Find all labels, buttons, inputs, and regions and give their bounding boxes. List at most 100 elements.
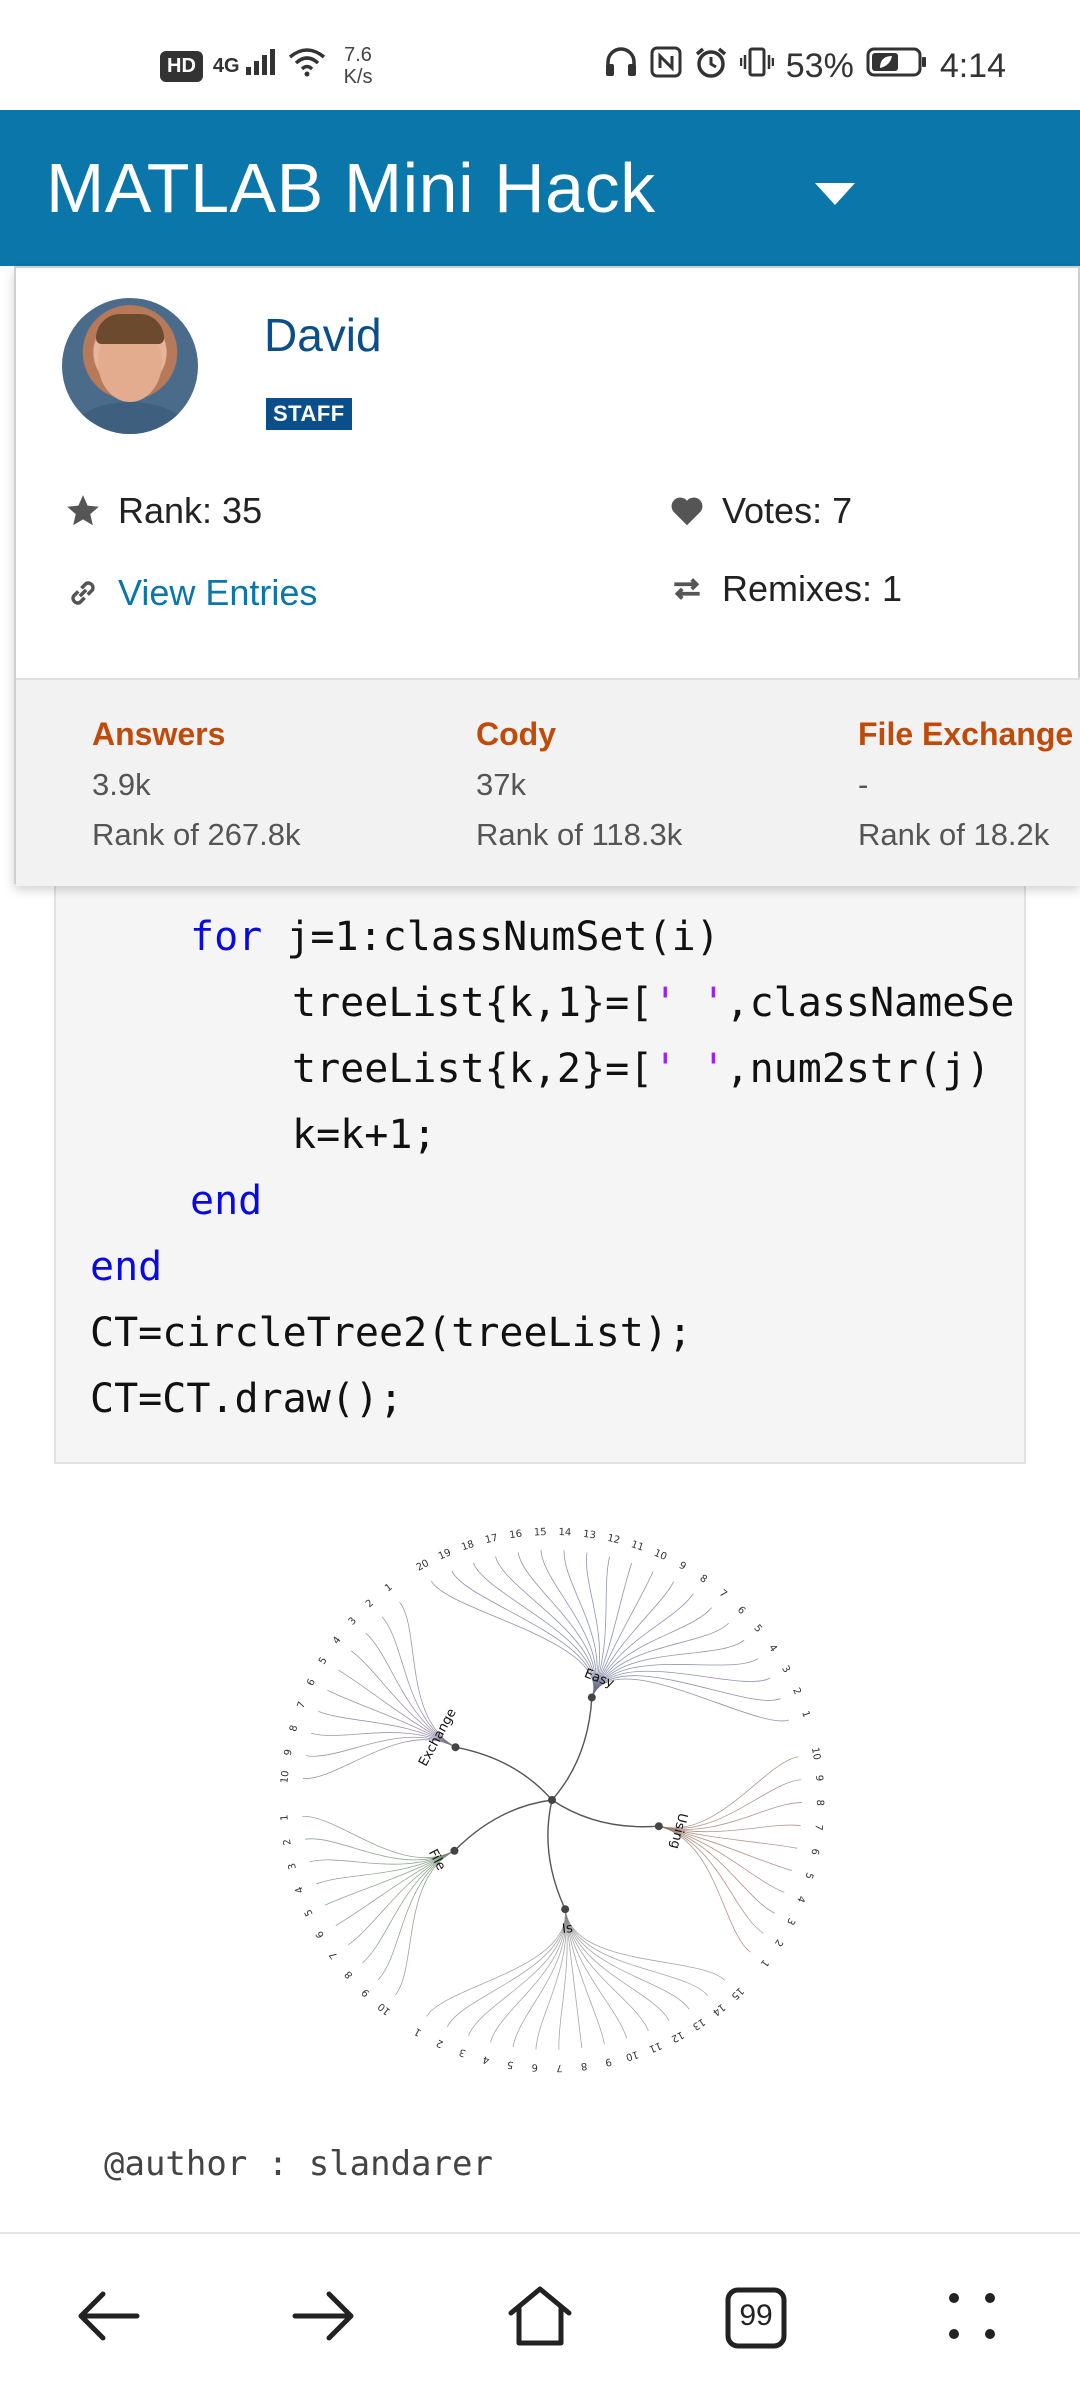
- tree-leaf-label: 9: [604, 2055, 613, 2067]
- tree-leaf-link: [564, 1909, 690, 2010]
- tree-leaf-label: 6: [314, 1929, 327, 1940]
- file-exchange-value: -: [858, 767, 869, 802]
- cody-rank: Rank of 118.3k: [476, 817, 683, 852]
- heart-icon: [668, 492, 706, 530]
- tree-branch: [551, 1697, 593, 1801]
- tree-leaf-label: 2: [282, 1838, 294, 1846]
- home-button[interactable]: [490, 2268, 590, 2368]
- tree-leaf-label: 11: [647, 2039, 663, 2054]
- tree-leaf-label: 3: [347, 1615, 359, 1627]
- rank-label: Rank: 35: [118, 490, 263, 531]
- file-exchange-stat[interactable]: File Exchange - Rank of 18.2k: [858, 716, 1073, 853]
- tree-leaf-label: 20: [415, 1558, 431, 1574]
- tree-leaf-label: 1: [383, 1582, 395, 1595]
- tree-group-node: [654, 1822, 663, 1831]
- tree-leaf-label: 6: [531, 2061, 538, 2072]
- view-entries-label[interactable]: View Entries: [118, 572, 317, 614]
- tree-leaf-label: 17: [484, 1533, 499, 1547]
- tree-leaf-label: 3: [287, 1862, 299, 1871]
- nfc-icon: [650, 46, 682, 87]
- view-entries-link[interactable]: View Entries: [64, 572, 317, 614]
- avatar-shirt: [72, 402, 188, 434]
- chevron-down-icon[interactable]: [815, 183, 855, 205]
- user-name[interactable]: David: [264, 308, 382, 362]
- tree-leaf-link: [377, 1850, 455, 1980]
- hd-badge: HD: [160, 50, 203, 82]
- tree-leaf-label: 3: [458, 2046, 468, 2058]
- remix-icon: [668, 570, 706, 608]
- app-bar: MATLAB Mini Hack: [0, 110, 1080, 266]
- tree-leaf-label: 9: [283, 1748, 295, 1756]
- tree-group-label: Using: [667, 1811, 690, 1850]
- tree-group-node: [451, 1743, 460, 1752]
- author-comment: @author : slandarer: [104, 2144, 493, 2184]
- votes-stat: Votes: 7: [668, 490, 852, 532]
- tree-leaf-label: 5: [317, 1655, 330, 1666]
- tree-root-node: [548, 1796, 556, 1804]
- tree-branch: [547, 1799, 566, 1910]
- tree-leaf-label: 8: [343, 1968, 355, 1980]
- answers-stat[interactable]: Answers 3.9k Rank of 267.8k: [92, 716, 301, 853]
- tree-leaf-label: 19: [437, 1547, 453, 1562]
- tree-leaf-label: 9: [360, 1986, 372, 1998]
- tree-leaf-label: 2: [772, 1937, 785, 1948]
- vibrate-icon: [739, 46, 774, 87]
- clock: 4:14: [939, 47, 1006, 85]
- tree-leaf-label: 10: [624, 2048, 639, 2062]
- remixes-stat: Remixes: 1: [668, 568, 902, 610]
- file-exchange-title: File Exchange: [858, 716, 1074, 752]
- status-right: 53% 4:14: [604, 46, 1006, 87]
- tree-leaf-label: 2: [435, 2037, 445, 2050]
- tabs-icon: 99: [725, 2287, 787, 2349]
- battery-icon: [866, 46, 928, 87]
- tree-leaf-label: 10: [279, 1770, 291, 1784]
- tree-leaf-label: 14: [558, 1527, 571, 1539]
- tabs-button[interactable]: 99: [706, 2268, 806, 2368]
- tree-branch: [453, 1799, 553, 1852]
- tree-leaf-label: 1: [758, 1957, 771, 1969]
- tabs-count: 99: [739, 2299, 773, 2332]
- tree-leaf-label: 9: [813, 1775, 824, 1782]
- tree-leaf-link: [451, 1570, 595, 1698]
- tree-leaf-label: 14: [710, 2001, 727, 2018]
- tree-leaf-label: 4: [766, 1643, 779, 1654]
- tree-leaf-label: 6: [808, 1847, 820, 1855]
- tree-leaf-label: 7: [328, 1949, 341, 1961]
- tree-leaf-label: 12: [669, 2028, 685, 2044]
- tree-group-node: [450, 1846, 459, 1855]
- tree-leaf-label: 6: [735, 1605, 747, 1617]
- back-button[interactable]: [58, 2268, 158, 2368]
- tree-leaf-label: 10: [809, 1747, 822, 1761]
- home-icon: [505, 2283, 575, 2354]
- tree-leaf-link: [446, 1909, 566, 2028]
- tree-leaf-label: 15: [534, 1527, 547, 1539]
- tree-leaf-label: 12: [606, 1533, 621, 1547]
- tree-branch: [551, 1799, 659, 1828]
- rank-stat: Rank: 35: [64, 490, 262, 532]
- tree-leaf-label: 7: [812, 1824, 824, 1831]
- tree-leaf-link: [430, 1580, 595, 1698]
- tree-leaf-label: 9: [677, 1560, 688, 1573]
- avatar[interactable]: [62, 298, 198, 434]
- code-text: treeList{k,2}=[: [292, 1046, 654, 1092]
- cody-stat[interactable]: Cody 37k Rank of 118.3k: [476, 716, 682, 853]
- tree-leaf-label: 15: [729, 1985, 746, 2002]
- forward-button[interactable]: [274, 2268, 374, 2368]
- code-text: ,classNameSe: [725, 980, 1015, 1026]
- link-icon: [64, 574, 102, 612]
- tree-leaf-label: 3: [779, 1664, 792, 1675]
- tree-leaf-label: 4: [482, 2053, 491, 2065]
- tree-leaf-label: 7: [556, 2062, 563, 2073]
- tree-leaf-label: 4: [331, 1635, 344, 1647]
- net-speed-value: 7.6: [344, 44, 372, 66]
- tree-leaf-label: 8: [580, 2060, 588, 2072]
- menu-button[interactable]: [922, 2268, 1022, 2368]
- signal-icon: [244, 47, 278, 85]
- tree-leaf-link: [468, 1909, 566, 2036]
- avatar-hair: [96, 314, 164, 344]
- code-block: for i=1:5 for j=1:classNumSet(i) treeLis…: [54, 848, 1026, 1464]
- tree-leaf-label: 6: [305, 1677, 318, 1688]
- code-keyword: for: [190, 914, 263, 960]
- tree-leaf-link: [591, 1670, 771, 1698]
- tree-leaf-link: [591, 1658, 759, 1698]
